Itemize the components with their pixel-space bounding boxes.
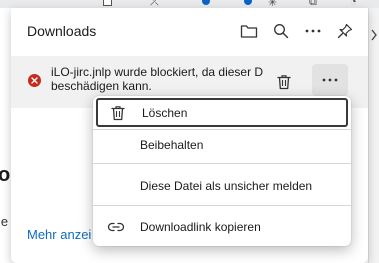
more-downloads-link[interactable]: Mehr anzei xyxy=(27,227,93,242)
download-context-menu: Löschen Beibehalten Diese Datei als unsi… xyxy=(93,96,351,246)
profile-dot-icon xyxy=(244,0,252,5)
trash-icon xyxy=(277,75,291,90)
pin-icon xyxy=(337,23,353,39)
pin-panel-button[interactable] xyxy=(333,20,357,42)
download-item-message: iLO-jirc.jnlp wurde blockiert, da dieser… xyxy=(51,65,273,93)
download-item-message-line2: beschädigen kann. xyxy=(51,79,152,93)
menu-item-label: Downloadlink kopieren xyxy=(140,219,261,234)
more-icon xyxy=(322,78,338,82)
download-item-more-button[interactable] xyxy=(312,64,348,96)
trash-icon xyxy=(98,105,138,121)
menu-item-label: Löschen xyxy=(142,105,188,120)
menu-item-report-unsafe[interactable]: Diese Datei als unsicher melden xyxy=(96,171,348,200)
open-folder-button[interactable] xyxy=(237,20,261,42)
chevron-right-icon[interactable] xyxy=(370,28,378,42)
background-heading-fragment: o xyxy=(0,164,11,186)
menu-item-label: Beibehalten xyxy=(140,137,204,152)
more-options-button[interactable] xyxy=(301,20,325,42)
menu-item-label: Diese Datei als unsicher melden xyxy=(140,178,313,193)
search-icon xyxy=(274,24,289,39)
link-icon xyxy=(96,222,136,232)
delete-download-button[interactable] xyxy=(273,71,295,93)
search-downloads-button[interactable] xyxy=(269,20,293,42)
download-item-message-line1: iLO-jirc.jnlp wurde blockiert, da dieser… xyxy=(51,65,264,79)
folder-icon xyxy=(240,25,258,38)
background-text-fragment: ie xyxy=(0,214,9,229)
menu-item-delete[interactable]: Löschen xyxy=(96,98,348,127)
tab-icon xyxy=(103,0,112,6)
menu-divider xyxy=(93,205,351,206)
menu-divider xyxy=(93,163,351,164)
account-icon: ◔ xyxy=(350,0,357,8)
menu-item-copy-link[interactable]: Downloadlink kopieren xyxy=(96,212,348,241)
panel-title: Downloads xyxy=(27,23,97,39)
profile-dot-icon xyxy=(202,0,210,5)
browser-toolbar-strip: ⤫ ✳ ⧉ ◔ xyxy=(0,0,379,9)
more-icon xyxy=(305,29,321,33)
menu-item-keep[interactable]: Beibehalten xyxy=(96,130,348,159)
side-panel-strip xyxy=(368,8,379,263)
error-icon xyxy=(28,74,41,87)
